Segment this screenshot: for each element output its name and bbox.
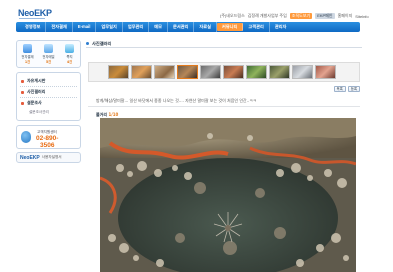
divider [88, 106, 360, 107]
thumbnail[interactable] [269, 65, 290, 79]
photo-label-text: 볼거리 [96, 112, 108, 117]
support-phone-icon [21, 131, 31, 143]
nav-item-approval[interactable]: 전자결재 [46, 22, 73, 32]
post-description: 방게/해삼/말미잘... 일산 바닷에서 종종 나오는 것.... 자연산 말미… [96, 98, 257, 103]
page-title: 사진갤러리 [86, 40, 362, 48]
menu-free-board[interactable]: 자유게시판 [20, 76, 77, 87]
list-button[interactable]: 목록 [333, 86, 346, 92]
quick-approval-count: 1건 [24, 60, 31, 64]
thumbnail[interactable] [200, 65, 221, 79]
thumbnail-strip [88, 62, 360, 82]
nav-item-email[interactable]: E-mail [73, 22, 97, 32]
nav-item-archive[interactable]: 자료실 [194, 22, 217, 32]
banner-text: 사용자설명서 [41, 155, 62, 159]
top-links: (주)네오드림스 김정례 개발사업부 주임 조직도보기 EKP메인 홈페이지 S… [220, 13, 369, 19]
thumbnail[interactable] [246, 65, 267, 79]
thumbnail[interactable] [223, 65, 244, 79]
approval-icon [23, 44, 32, 53]
quick-mail[interactable]: 전자메일 5건 [40, 44, 58, 64]
tidepool-photo-image [100, 118, 356, 272]
title-bullet-icon [86, 42, 89, 45]
sidebar: 전자결재 1건 전자메일 5건 쪽지 4건 자유게시판 사진갤러리 설문조사 설… [16, 40, 81, 163]
thumbnail[interactable] [131, 65, 152, 79]
nav-item-customers[interactable]: 고객관리 [243, 22, 270, 32]
gallery-photo[interactable] [100, 118, 356, 272]
user-info: 김정례 개발사업부 주임 [247, 13, 287, 18]
ekp-main-link[interactable]: EKP메인 [315, 13, 335, 19]
thumbnail[interactable] [315, 65, 336, 79]
main-content: 사진갤러리 목록 등록 방게/해삼/말미잘... 일산 바닷에서 종종 나오는 … [86, 40, 362, 272]
nav-item-documents[interactable]: 문서관리 [168, 22, 195, 32]
manual-banner[interactable]: NeoEKP 사용자설명서 [16, 152, 81, 163]
thumbnail[interactable] [154, 65, 175, 79]
menu-survey[interactable]: 설문조사 [20, 98, 77, 108]
thumbnail[interactable] [177, 65, 198, 79]
siteinfo-link[interactable]: Sitelnfo [355, 14, 368, 19]
nav-item-community[interactable]: 커뮤니티 [216, 23, 244, 31]
quick-mail-count: 5건 [45, 60, 52, 64]
side-menu: 자유게시판 사진갤러리 설문조사 설문조사관리 [16, 72, 81, 121]
quick-note-count: 4건 [66, 60, 73, 64]
nav-item-memo[interactable]: 메모 [149, 22, 168, 32]
nav-item-worklog[interactable]: 업무일지 [96, 22, 123, 32]
logo-underline [19, 18, 45, 19]
page-title-text: 사진갤러리 [92, 40, 112, 46]
menu-photo-gallery[interactable]: 사진갤러리 [20, 87, 77, 98]
company-name: (주)네오드림스 [220, 13, 245, 18]
org-chart-button[interactable]: 조직도보기 [289, 13, 313, 19]
quick-note[interactable]: 쪽지 4건 [61, 44, 79, 64]
menu-survey-admin[interactable]: 설문조사관리 [20, 108, 77, 117]
photo-counter: 1/10 [108, 112, 119, 117]
banner-brand: NeoEKP [20, 154, 40, 161]
logo[interactable]: NeoEKP [18, 8, 52, 18]
quick-approval[interactable]: 전자결재 1건 [19, 44, 37, 64]
thumbnail[interactable] [292, 65, 313, 79]
nav-item-tasks[interactable]: 업무관리 [123, 22, 150, 32]
customer-support: 고객지원센터 02-890- 3506 [16, 125, 81, 149]
nav-item-management[interactable]: 경영정보 [20, 22, 47, 32]
logo-ekp: EKP [34, 8, 52, 18]
post-actions: 목록 등록 [88, 86, 360, 92]
note-icon [65, 44, 74, 53]
logo-neo: Neo [18, 8, 35, 18]
support-phone-2: 3506 [40, 142, 55, 149]
register-button[interactable]: 등록 [347, 86, 360, 92]
main-nav: 경영정보 전자결재 E-mail 업무일지 업무관리 메모 문서관리 자료실 커… [16, 22, 360, 32]
homepage-link[interactable]: 홈페이지 [338, 13, 353, 19]
quick-status: 전자결재 1건 전자메일 5건 쪽지 4건 [16, 40, 81, 68]
thumbnail[interactable] [108, 65, 129, 79]
header: NeoEKP (주)네오드림스 김정례 개발사업부 주임 조직도보기 EKP메인… [0, 0, 393, 22]
nav-item-admin[interactable]: 관리자 [270, 22, 292, 32]
support-phone-1: 02-890- [36, 135, 59, 142]
mail-icon [44, 44, 53, 53]
